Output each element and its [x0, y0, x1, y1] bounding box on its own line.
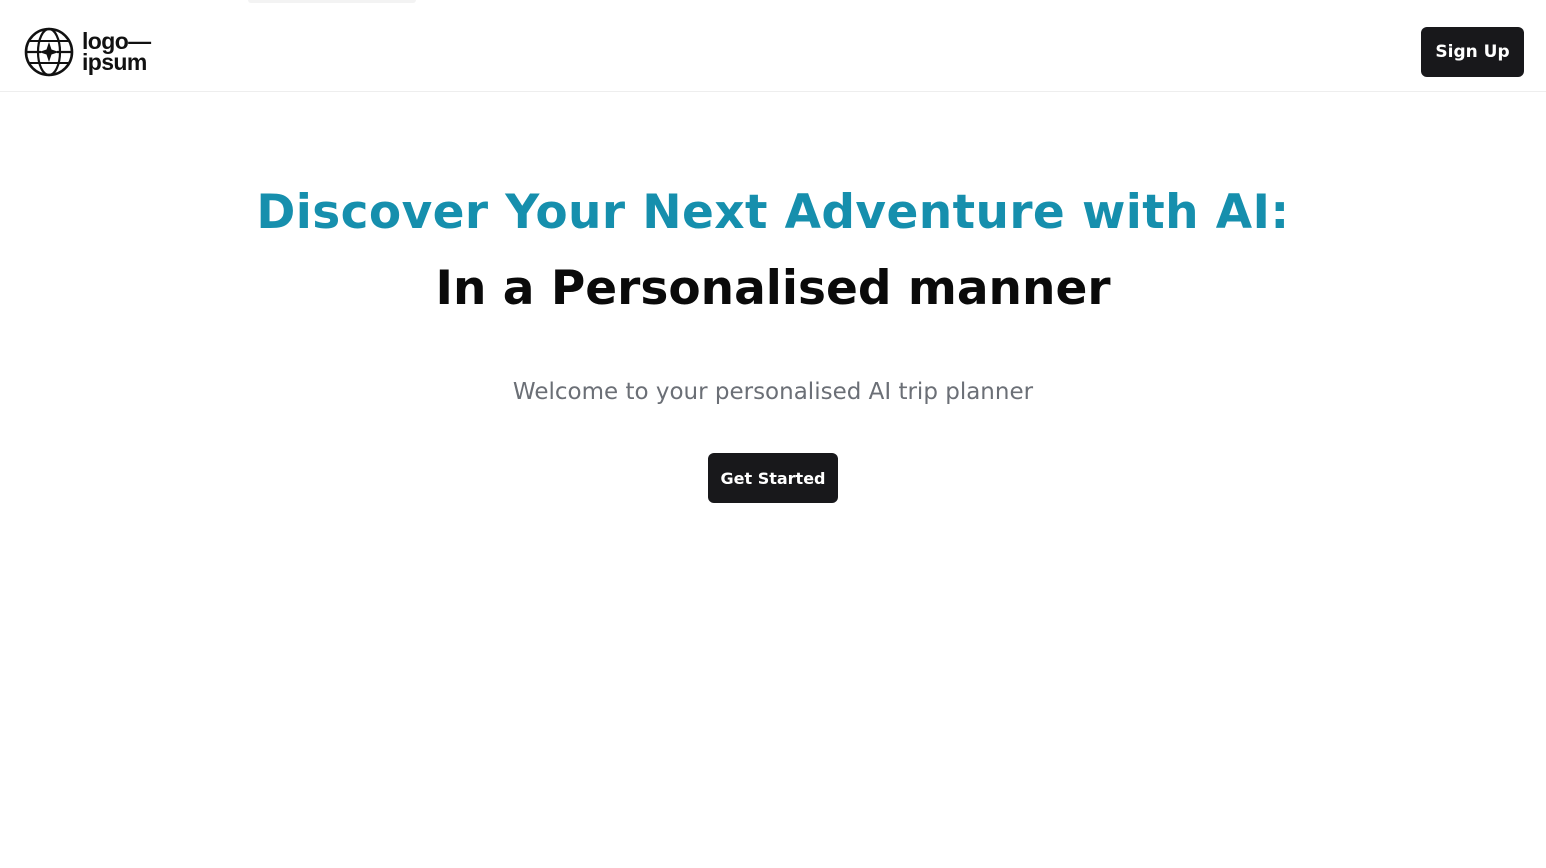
- site-header: logo— ipsum Sign Up: [0, 0, 1546, 92]
- hero-section: Discover Your Next Adventure with AI: In…: [0, 180, 1546, 503]
- globe-star-icon: [24, 27, 74, 77]
- logo-wordmark: logo— ipsum: [82, 30, 151, 75]
- logo-link[interactable]: logo— ipsum: [24, 27, 151, 77]
- hero-title: Discover Your Next Adventure with AI:: [256, 185, 1290, 240]
- get-started-button[interactable]: Get Started: [708, 453, 838, 503]
- hero-subtitle: In a Personalised manner: [435, 261, 1111, 316]
- top-tab-indicator: [248, 0, 416, 3]
- logo-text-line2: ipsum: [82, 49, 147, 75]
- hero-description: Welcome to your personalised AI trip pla…: [512, 379, 1034, 405]
- sign-up-button[interactable]: Sign Up: [1421, 27, 1524, 77]
